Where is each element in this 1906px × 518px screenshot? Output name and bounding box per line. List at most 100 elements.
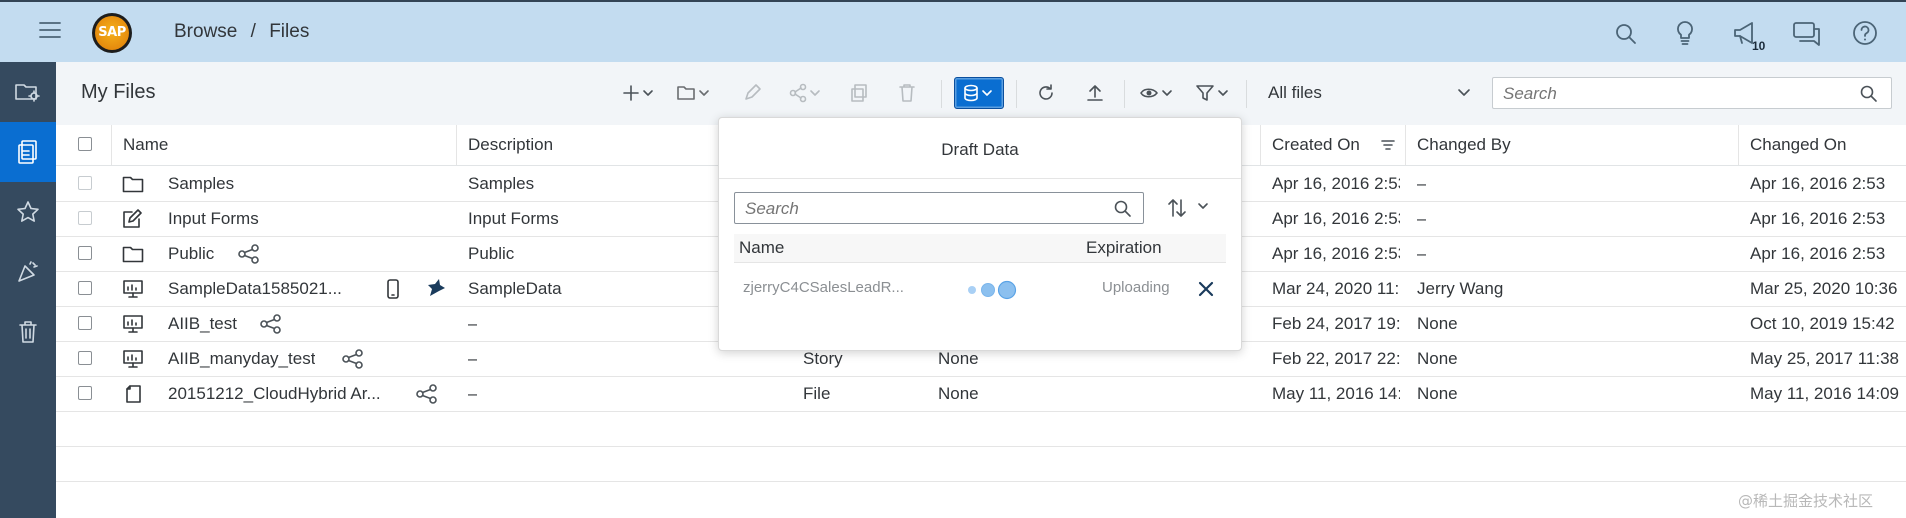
created-on: Mar 24, 2020 11:: [1272, 279, 1400, 298]
shared-icon[interactable]: [342, 349, 364, 369]
draft-item-status: Uploading: [1102, 279, 1170, 296]
delete-icon[interactable]: [890, 76, 924, 110]
upload-icon[interactable]: [1078, 76, 1112, 110]
files-icon: [18, 140, 37, 164]
page-title: My Files: [81, 81, 156, 103]
shell-bar: SAP Browse / Files 10: [0, 0, 1906, 62]
created-on: Feb 22, 2017 22:0: [1272, 349, 1400, 368]
edit-icon[interactable]: [736, 76, 768, 110]
changed-on: Mar 25, 2020 10:36: [1750, 279, 1898, 298]
changed-by: –: [1417, 244, 1427, 263]
empty-row: [56, 446, 1906, 482]
draft-table-header: Name Expiration: [734, 234, 1226, 263]
copy-icon[interactable]: [842, 76, 876, 110]
breadcrumb: Browse / Files: [174, 21, 309, 43]
changed-by: –: [1417, 209, 1427, 228]
view-button[interactable]: [1136, 76, 1180, 110]
changed-on: May 11, 2016 14:09: [1750, 384, 1900, 403]
changed-by: None: [1417, 384, 1458, 403]
hamburger-menu-icon[interactable]: [38, 20, 62, 40]
close-icon[interactable]: [1197, 280, 1215, 298]
changed-on: Oct 10, 2019 15:42: [1750, 314, 1895, 333]
filter-button[interactable]: [1192, 76, 1236, 110]
file-filter-value: All files: [1268, 83, 1322, 102]
created-on: Feb 24, 2017 19:: [1272, 314, 1400, 333]
row-checkbox[interactable]: [78, 316, 92, 330]
row-checkbox[interactable]: [78, 211, 92, 225]
notifications-button[interactable]: 10: [1732, 20, 1770, 56]
draft-data-button[interactable]: [954, 77, 1004, 109]
row-checkbox[interactable]: [78, 351, 92, 365]
file-name[interactable]: SampleData1585021...: [168, 271, 408, 306]
file-description: Samples: [468, 174, 535, 193]
draft-search-field[interactable]: [734, 192, 1144, 224]
row-checkbox[interactable]: [78, 176, 92, 190]
draft-col-expiration: Expiration: [1086, 238, 1162, 257]
draft-col-name: Name: [739, 238, 785, 257]
shared-icon[interactable]: [238, 244, 260, 264]
new-folder-button[interactable]: [672, 76, 716, 110]
nav-favorites[interactable]: [0, 182, 56, 242]
story-icon: [123, 350, 143, 368]
story-icon: [123, 280, 143, 298]
search-icon: [1114, 200, 1131, 217]
breadcrumb-browse[interactable]: Browse: [174, 21, 237, 42]
watermark: @稀土掘金技术社区: [1738, 492, 1874, 510]
share-button[interactable]: [786, 76, 828, 110]
feedback-chat-icon[interactable]: [1792, 20, 1822, 46]
folder-settings-icon: [15, 84, 40, 102]
column-header-changed-by[interactable]: Changed By: [1417, 125, 1511, 165]
nav-deleted[interactable]: [0, 302, 56, 362]
nav-files[interactable]: [0, 122, 56, 182]
changed-on: Apr 16, 2016 2:53: [1750, 174, 1886, 193]
table-row[interactable]: 20151212_CloudHybrid Ar... – File None M…: [56, 376, 1906, 412]
help-icon[interactable]: [1852, 20, 1878, 46]
created-on: Apr 16, 2016 2:53: [1272, 209, 1400, 228]
file-name[interactable]: Public: [168, 236, 214, 271]
file-name[interactable]: AIIB_test: [168, 306, 237, 341]
file-name[interactable]: Input Forms: [168, 201, 259, 236]
file-name[interactable]: AIIB_manyday_test: [168, 341, 315, 376]
nav-settings-folder[interactable]: [0, 62, 56, 122]
row-checkbox[interactable]: [78, 246, 92, 260]
notification-badge: 10: [1752, 39, 1766, 53]
side-navigation: [0, 62, 56, 518]
nav-featured[interactable]: [0, 242, 56, 302]
empty-row: [56, 481, 1906, 518]
breadcrumb-files: Files: [269, 21, 310, 42]
file-filter-select[interactable]: All files: [1262, 77, 1482, 109]
column-header-created-on[interactable]: Created On: [1272, 125, 1360, 165]
column-header-name[interactable]: Name: [123, 125, 168, 165]
draft-search-input[interactable]: [743, 197, 1097, 221]
file-name[interactable]: 20151212_CloudHybrid Ar...: [168, 376, 381, 411]
sap-logo[interactable]: SAP: [92, 13, 132, 53]
folder-icon: [122, 246, 144, 263]
file-description: SampleData: [468, 279, 562, 298]
changed-on: Apr 16, 2016 2:53: [1750, 209, 1886, 228]
empty-row: [56, 411, 1906, 447]
refresh-icon[interactable]: [1029, 76, 1063, 110]
search-icon[interactable]: [1614, 22, 1638, 46]
file-description: –: [468, 349, 478, 368]
sort-button[interactable]: [1167, 196, 1215, 220]
column-header-description[interactable]: Description: [468, 125, 553, 165]
row-checkbox[interactable]: [78, 386, 92, 400]
star-icon: [17, 201, 39, 222]
draft-item-name: zjerryC4CSalesLeadR...: [743, 279, 904, 296]
file-description: –: [468, 314, 478, 333]
changed-by: Jerry Wang: [1417, 279, 1504, 298]
file-name[interactable]: Samples: [168, 166, 234, 201]
sort-descending-icon[interactable]: [1380, 137, 1396, 153]
lightbulb-icon[interactable]: [1674, 20, 1696, 46]
row-checkbox[interactable]: [78, 281, 92, 295]
column-header-changed-on[interactable]: Changed On: [1750, 125, 1846, 165]
create-button[interactable]: [618, 76, 660, 110]
select-all-checkbox[interactable]: [78, 137, 92, 151]
popover-title: Draft Data: [941, 140, 1019, 159]
search-icon: [1860, 85, 1877, 102]
file-search-input[interactable]: [1501, 82, 1845, 106]
shared-icon[interactable]: [416, 384, 438, 404]
shared-icon[interactable]: [260, 314, 282, 334]
draft-list-item[interactable]: zjerryC4CSalesLeadR... Uploading: [734, 263, 1226, 315]
file-search-field[interactable]: [1492, 77, 1892, 109]
